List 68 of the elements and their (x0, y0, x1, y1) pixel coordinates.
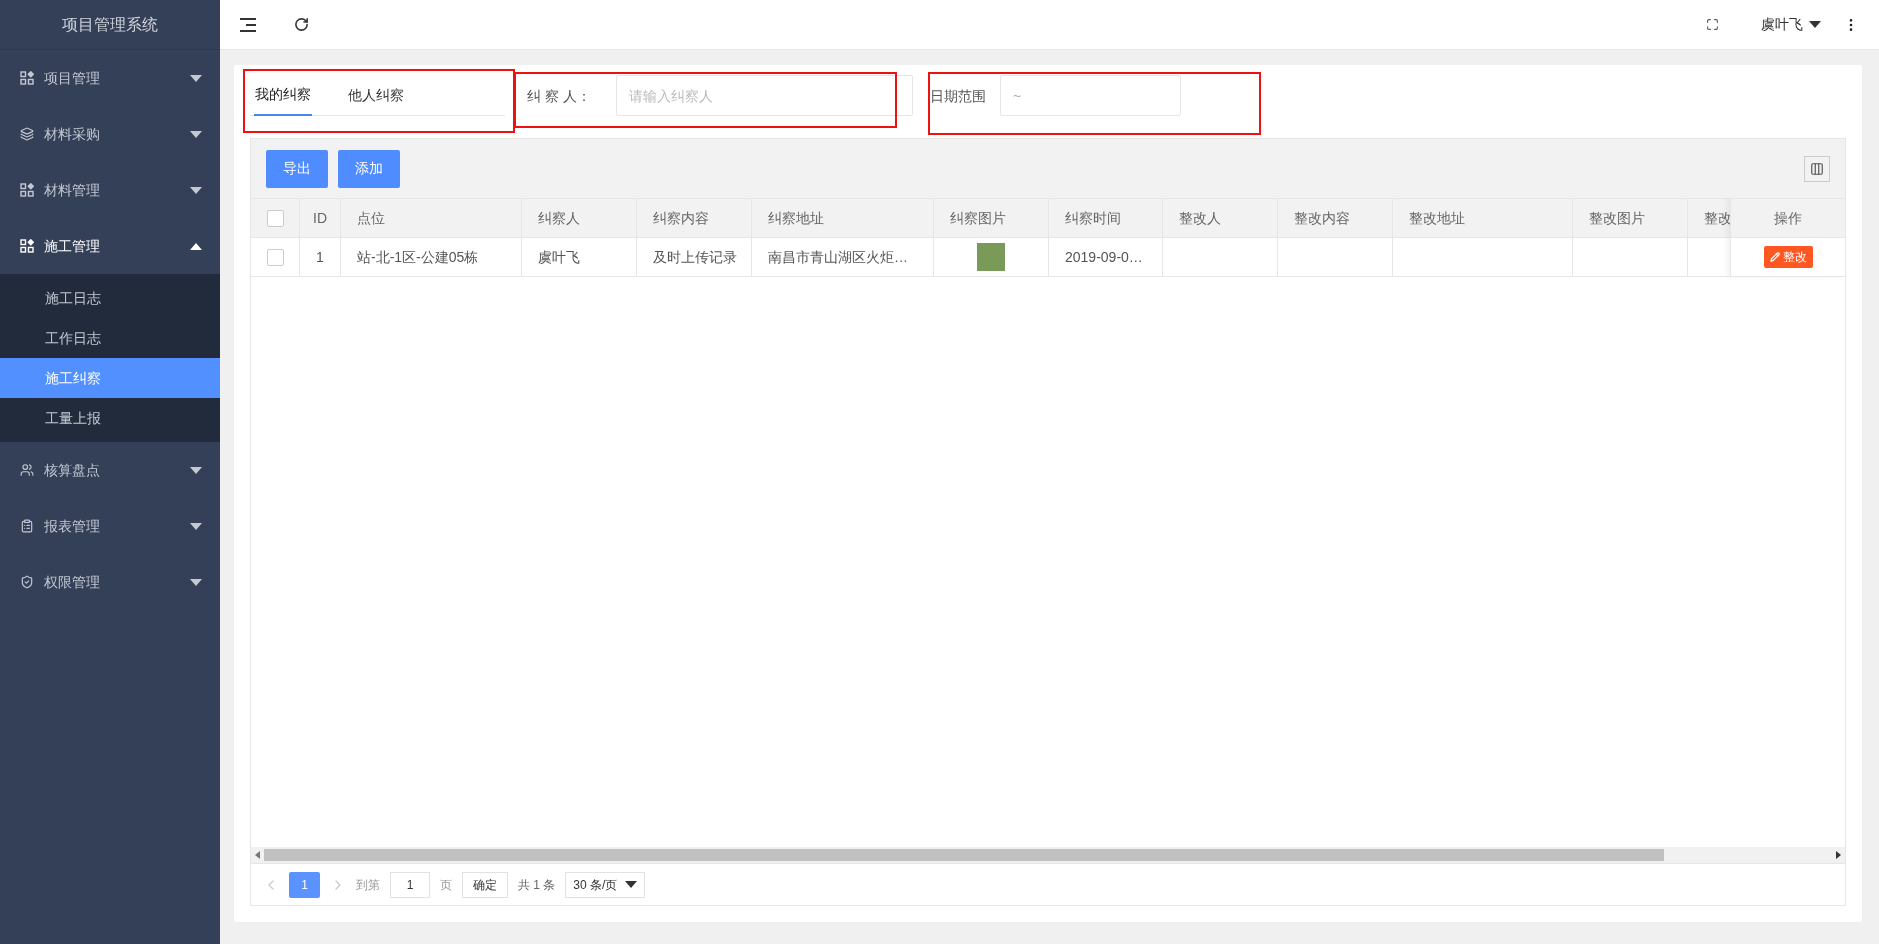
caret-down-icon (1809, 21, 1821, 28)
shield-icon (20, 575, 34, 589)
scroll-left-icon[interactable] (255, 851, 260, 859)
scroll-right-icon[interactable] (1836, 851, 1841, 859)
menu-icon[interactable] (240, 17, 256, 32)
fullscreen-icon[interactable] (1706, 18, 1719, 31)
pencil-icon (1769, 252, 1780, 262)
tab[interactable]: 他人纠察 (347, 74, 405, 116)
column-header: 整改图片 (1573, 199, 1688, 237)
refresh-icon[interactable] (294, 17, 309, 32)
caret-down-icon (190, 186, 202, 194)
grid-icon (20, 239, 34, 253)
page-size-select[interactable]: 30 条/页 (565, 871, 646, 898)
columns-icon (1810, 161, 1824, 176)
total-count: 共 1 条 (518, 876, 556, 894)
page-number-field[interactable]: 1 (390, 871, 430, 898)
field-label: 日期范围 (930, 87, 987, 106)
table-cell-text: 虞叶飞 (538, 247, 580, 267)
confirm-button[interactable]: 确定 (462, 871, 508, 898)
grid-icon (20, 71, 34, 85)
column-header: 纠察时间 (1049, 199, 1163, 237)
row-checkbox[interactable] (266, 248, 284, 266)
column-header: 整改人 (1163, 199, 1278, 237)
caret-up-icon (190, 242, 202, 250)
date-range-field[interactable]: ~ (1000, 75, 1181, 116)
field-label: 纠 察 人： (527, 87, 592, 106)
tab[interactable]: 我的纠察 (254, 74, 312, 116)
caret-down-icon (190, 522, 202, 530)
column-header: 点位 (341, 199, 522, 237)
clipboard-icon (20, 519, 34, 533)
submenu-item[interactable]: 工作日志 (0, 318, 220, 358)
user-menu[interactable]: 虞叶飞 (1761, 14, 1821, 35)
grid-icon (20, 183, 34, 197)
menu-item[interactable]: 报表管理 (0, 498, 220, 554)
caret-down-icon (190, 578, 202, 586)
column-header: 纠察地址 (752, 199, 934, 237)
table-cell-text: 南昌市青山湖区火炬… (768, 247, 908, 267)
column-toggle[interactable] (1804, 155, 1830, 182)
table-cell-text: 1 (316, 247, 324, 267)
layers-icon (20, 127, 34, 141)
caret-down-icon (190, 130, 202, 138)
column-header: 纠察图片 (934, 199, 1049, 237)
menu-item[interactable]: 权限管理 (0, 554, 220, 610)
horizontal-scrollbar[interactable] (251, 847, 1845, 863)
menu-item[interactable]: 核算盘点 (0, 442, 220, 498)
column-header: ID (300, 199, 341, 237)
menu-item[interactable]: 材料采购 (0, 106, 220, 162)
column-header: 纠察人 (522, 199, 637, 237)
submenu-item[interactable]: 施工日志 (0, 278, 220, 318)
caret-down-icon (190, 466, 202, 474)
goto-label: 到第 (356, 876, 380, 894)
table-cell-text: 2019-09-0… (1065, 247, 1143, 267)
column-header: 纠察内容 (637, 199, 752, 237)
column-header: 操作 (1731, 198, 1845, 238)
menu-item[interactable]: 材料管理 (0, 162, 220, 218)
table-cell-text: 及时上传记录 (653, 247, 737, 267)
submenu-item[interactable]: 工量上报 (0, 398, 220, 438)
menu-item[interactable]: 项目管理 (0, 50, 220, 106)
table-cell-text: 站-北-1区-公建05栋 (357, 247, 479, 267)
users-icon (20, 463, 34, 477)
caret-down-icon (190, 74, 202, 82)
header-checkbox[interactable] (266, 209, 284, 227)
menu-item[interactable]: 施工管理 (0, 218, 220, 274)
column-header: 整改内容 (1278, 199, 1393, 237)
caret-down-icon (625, 881, 638, 888)
column-header: 整改地址 (1393, 199, 1573, 237)
page-unit: 页 (440, 876, 452, 894)
inspector-field[interactable]: 请输入纠察人 (616, 75, 913, 116)
